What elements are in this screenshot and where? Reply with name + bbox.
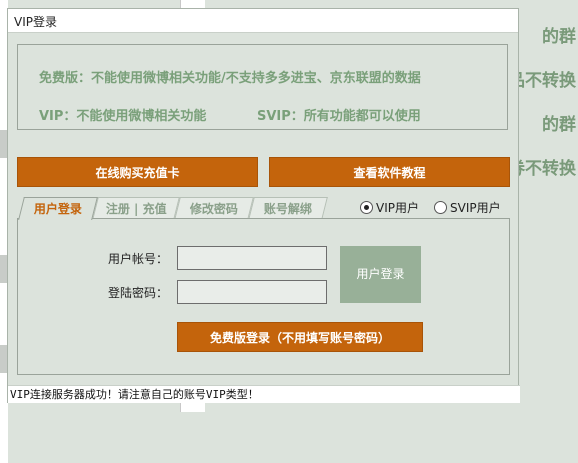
vip-login-dialog: VIP登录 免费版：不能使用微博相关功能/不支持多多进宝、京东联盟的数据 VIP… <box>7 8 520 403</box>
tab-label: 用户登录 <box>33 202 82 216</box>
version-info-box: 免费版：不能使用微博相关功能/不支持多多进宝、京东联盟的数据 VIP：不能使用微… <box>17 44 508 130</box>
free-login-button[interactable]: 免费版登录（不用填写账号密码） <box>177 322 423 352</box>
password-input[interactable] <box>177 280 327 304</box>
dialog-titlebar[interactable]: VIP登录 <box>8 9 518 33</box>
background-text: 的群 <box>542 27 576 47</box>
info-vip: VIP：不能使用微博相关功能 <box>39 109 207 124</box>
account-input[interactable] <box>177 246 327 270</box>
status-bar: VIP连接服务器成功！请注意自己的账号VIP类型！ <box>8 385 520 403</box>
dialog-title: VIP登录 <box>14 15 57 29</box>
info-svip: SVIP：所有功能都可以使用 <box>257 109 421 124</box>
tab-register-recharge[interactable]: 注册 | 充值 <box>92 197 180 220</box>
tab-label: 账号解绑 <box>263 202 312 216</box>
radio-vip-user[interactable]: VIP用户 <box>360 199 419 216</box>
tab-label: 注册 | 充值 <box>105 202 167 216</box>
radio-svip-user[interactable]: SVIP用户 <box>434 199 501 216</box>
background-text: 的群 <box>542 115 576 135</box>
tab-user-login[interactable]: 用户登录 <box>18 197 98 220</box>
radio-label: SVIP用户 <box>450 201 501 215</box>
tab-unbind-account[interactable]: 账号解绑 <box>248 197 328 220</box>
user-login-button[interactable]: 用户登录 <box>340 246 421 303</box>
account-label: 用户帐号： <box>108 252 169 266</box>
tab-label: 修改密码 <box>189 202 238 216</box>
radio-unchecked-icon <box>434 201 447 214</box>
buy-recharge-card-button[interactable]: 在线购买充值卡 <box>17 157 258 187</box>
tab-change-password[interactable]: 修改密码 <box>174 197 254 220</box>
view-tutorial-button[interactable]: 查看软件教程 <box>269 157 510 187</box>
password-label: 登陆密码： <box>108 286 169 300</box>
info-free-version: 免费版：不能使用微博相关功能/不支持多多进宝、京东联盟的数据 <box>39 71 421 86</box>
radio-label: VIP用户 <box>376 201 419 215</box>
radio-checked-icon <box>360 201 373 214</box>
